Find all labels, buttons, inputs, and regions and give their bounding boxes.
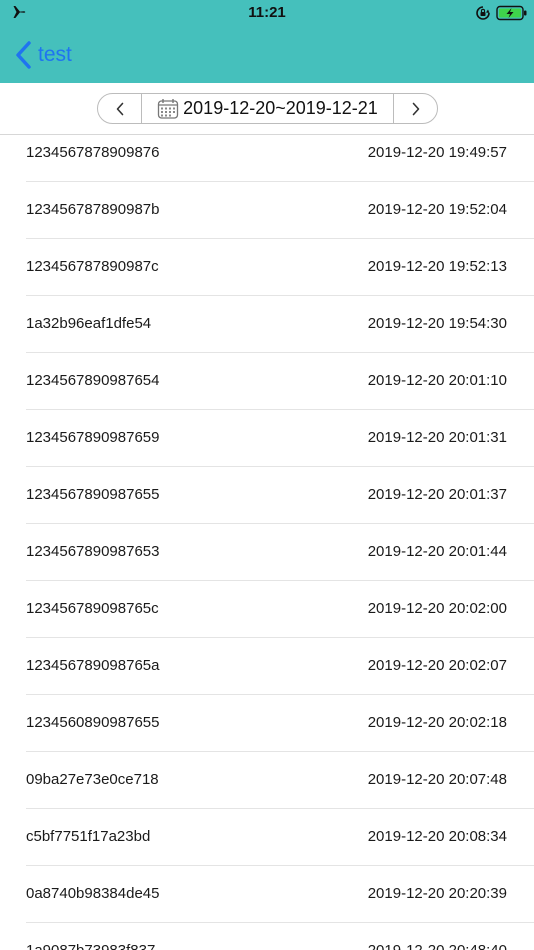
record-id: 1234567890987654 [26,372,160,389]
chevron-left-icon [16,41,31,69]
record-id: 1234567878909876 [26,144,160,161]
back-button[interactable]: test [14,38,72,72]
record-id: c5bf7751f17a23bd [26,828,151,845]
list-item[interactable]: 09ba27e73e0ce718 2019-12-20 20:07:48 [26,752,534,809]
list-item[interactable]: 0a8740b98384de45 2019-12-20 20:20:39 [26,866,534,923]
status-bar: 11:21 [0,0,534,26]
date-range-control: 2019-12-20~2019-12-21 [97,93,438,124]
record-timestamp: 2019-12-20 20:02:07 [367,657,507,674]
list-item[interactable]: 1234567878909876 2019-12-20 19:49:57 [26,125,534,182]
list-item[interactable]: 1234567890987653 2019-12-20 20:01:44 [26,524,534,581]
record-id: 123456787890987c [26,258,159,275]
battery-charging-icon [496,5,527,21]
record-id: 123456787890987b [26,201,160,218]
list-item[interactable]: 1234567890987655 2019-12-20 20:01:37 [26,467,534,524]
chevron-left-icon [116,102,123,115]
record-timestamp: 2019-12-20 20:01:31 [367,429,507,446]
app-header: 11:21 test [0,0,534,83]
list-item[interactable]: 123456789098765c 2019-12-20 20:02:00 [26,581,534,638]
list-item[interactable]: 1234567890987659 2019-12-20 20:01:31 [26,410,534,467]
record-timestamp: 2019-12-20 20:08:34 [367,828,507,845]
date-range-text: 2019-12-20~2019-12-21 [183,98,378,118]
record-timestamp: 2019-12-20 19:52:13 [367,258,507,275]
record-timestamp: 2019-12-20 20:01:37 [367,486,507,503]
record-id: 123456789098765c [26,600,159,617]
record-id: 1234567890987655 [26,486,160,503]
list-item[interactable]: 1a32b96eaf1dfe54 2019-12-20 19:54:30 [26,296,534,353]
calendar-icon [158,98,179,119]
record-timestamp: 2019-12-20 20:02:18 [367,714,507,731]
record-id: 1234560890987655 [26,714,160,731]
record-timestamp: 2019-12-20 20:01:10 [367,372,507,389]
chevron-right-icon [412,102,419,115]
list-item[interactable]: 123456787890987b 2019-12-20 19:52:04 [26,182,534,239]
status-time: 11:21 [248,4,286,21]
record-timestamp: 2019-12-20 20:48:40 [368,942,507,950]
record-timestamp: 2019-12-20 20:20:39 [367,885,507,902]
record-timestamp: 2019-12-20 20:07:48 [367,771,507,788]
list-item[interactable]: 1234567890987654 2019-12-20 20:01:10 [26,353,534,410]
record-id: 1234567890987659 [26,429,160,446]
record-id: 1a32b96eaf1dfe54 [26,315,152,332]
list-item[interactable]: 123456789098765a 2019-12-20 20:02:07 [26,638,534,695]
list-item[interactable]: 1a9087b73983f837 2019-12-20 20:48:40 [26,923,534,950]
record-id: 09ba27e73e0ce718 [26,771,159,788]
record-id: 0a8740b98384de45 [26,885,160,902]
record-timestamp: 2019-12-20 19:49:57 [367,144,507,161]
record-timestamp: 2019-12-20 19:54:30 [367,315,507,332]
list-item[interactable]: 1234560890987655 2019-12-20 20:02:18 [26,695,534,752]
record-id: 1234567890987653 [26,543,160,560]
list-item[interactable]: c5bf7751f17a23bd 2019-12-20 20:08:34 [26,809,534,866]
list-item[interactable]: 123456787890987c 2019-12-20 19:52:13 [26,239,534,296]
record-list: 1234567878909876 2019-12-20 19:49:57 12345… [0,125,534,950]
next-date-button[interactable] [393,94,437,123]
record-timestamp: 2019-12-20 20:01:44 [367,543,507,560]
record-id: 1a9087b73983f837 [26,942,155,950]
back-label: test [38,43,72,66]
record-id: 123456789098765a [26,657,160,674]
record-timestamp: 2019-12-20 20:02:00 [367,600,507,617]
date-range-picker[interactable]: 2019-12-20~2019-12-21 [142,94,393,123]
previous-date-button[interactable] [98,94,142,123]
rotation-lock-icon [476,6,490,20]
record-timestamp: 2019-12-20 19:52:04 [367,201,507,218]
